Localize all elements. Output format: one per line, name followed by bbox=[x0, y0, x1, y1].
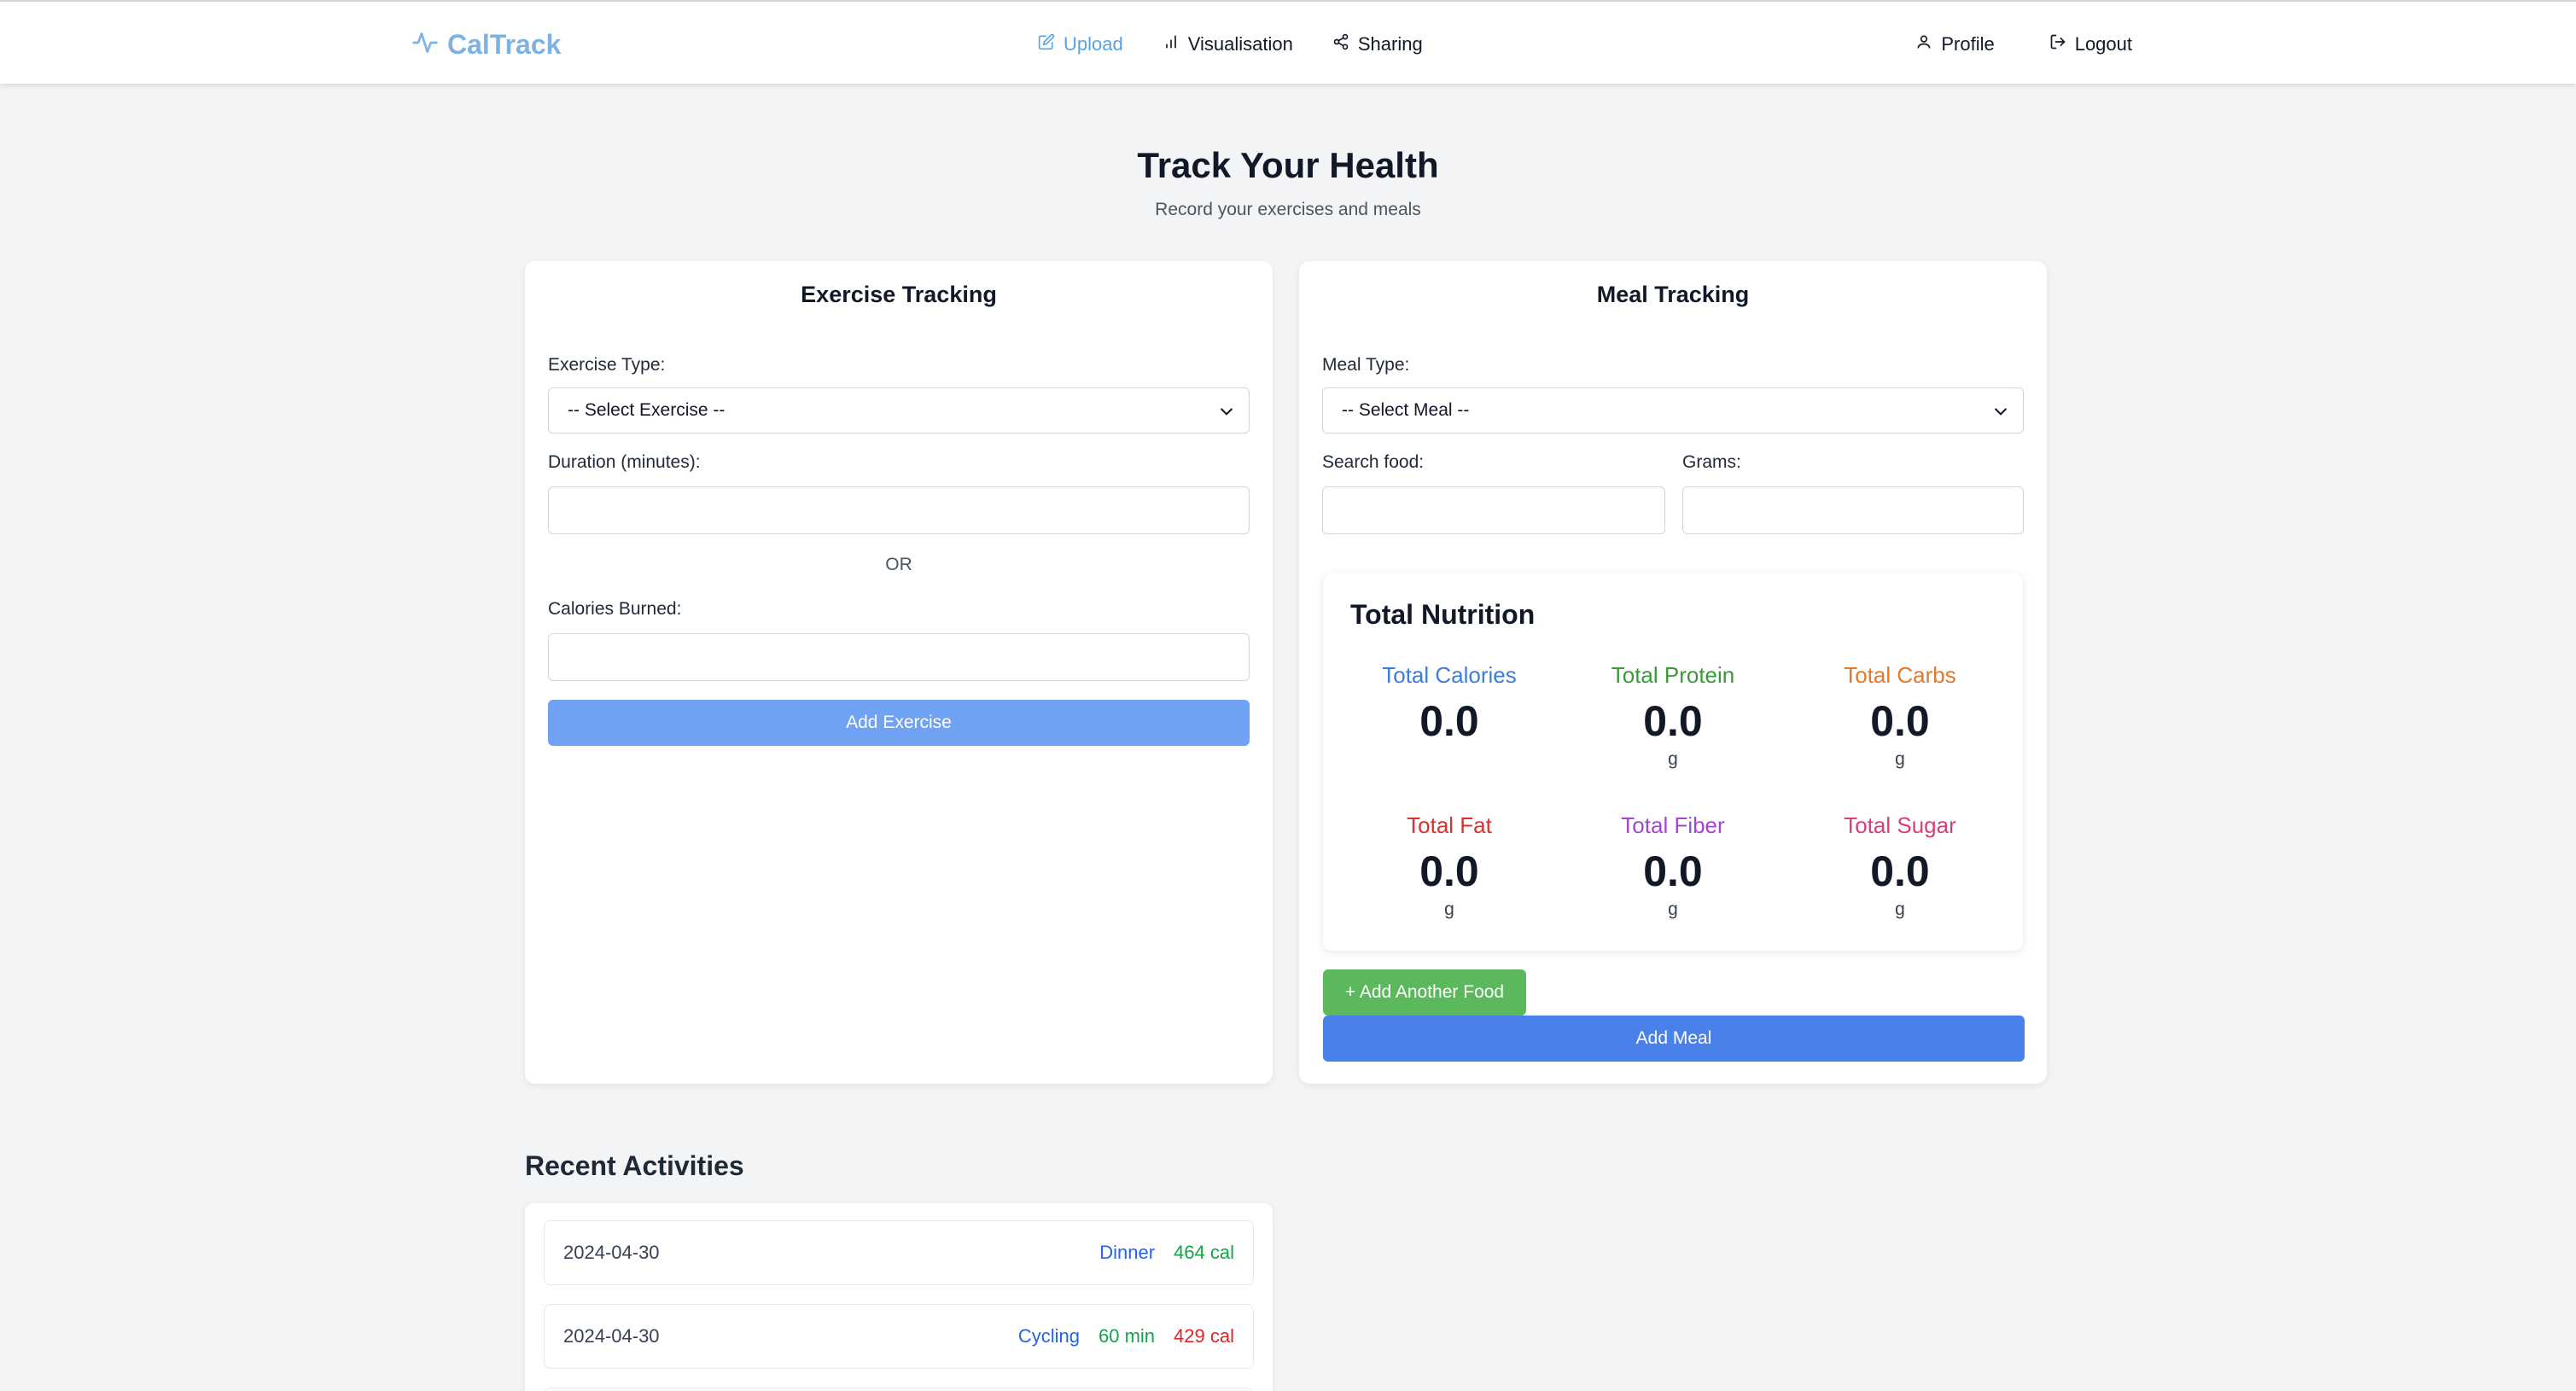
bar-chart-icon bbox=[1163, 33, 1180, 55]
nutrition-fiber: Total Fiber 0.0 g bbox=[1562, 812, 1784, 920]
exercise-card-title: Exercise Tracking bbox=[801, 282, 997, 307]
grams-input[interactable] bbox=[1682, 486, 2024, 534]
share-icon bbox=[1332, 33, 1349, 55]
profile-link[interactable]: Profile bbox=[1915, 33, 1995, 55]
nutrition-value: 0.0 bbox=[1419, 697, 1479, 745]
activity-name: Cycling bbox=[1017, 1325, 1080, 1347]
nutrition-unit: g bbox=[1895, 899, 1905, 919]
nutrition-value: 0.0 bbox=[1870, 697, 1930, 745]
total-nutrition-panel: Total Nutrition Total Calories 0.0 Total… bbox=[1323, 573, 2023, 951]
exercise-type-label: Exercise Type: bbox=[548, 355, 666, 375]
nutrition-value: 0.0 bbox=[1870, 847, 1930, 895]
main-nav: Upload Visualisation Sharing bbox=[1038, 29, 1423, 60]
user-nav: Profile Logout bbox=[1915, 29, 2132, 60]
nutrition-name: Total Fiber bbox=[1621, 812, 1725, 838]
logo[interactable]: CalTrack bbox=[411, 29, 561, 60]
nutrition-unit: g bbox=[1668, 899, 1678, 919]
chevron-down-icon bbox=[1992, 403, 2009, 425]
activity-duration: 60 min bbox=[1099, 1325, 1156, 1347]
meal-type-label: Meal Type: bbox=[1322, 355, 1410, 375]
duration-input[interactable] bbox=[548, 486, 1250, 534]
list-item[interactable] bbox=[544, 1388, 1254, 1391]
nutrition-unit: g bbox=[1668, 748, 1678, 769]
calories-burned-label: Calories Burned: bbox=[548, 599, 682, 619]
add-exercise-button[interactable]: Add Exercise bbox=[548, 700, 1250, 746]
logo-text: CalTrack bbox=[447, 28, 562, 60]
activity-date: 2024-04-30 bbox=[563, 1242, 660, 1263]
grams-label: Grams: bbox=[1682, 452, 1741, 472]
list-item[interactable]: 2024-04-30 Dinner 464 cal bbox=[544, 1220, 1254, 1285]
logout-link[interactable]: Logout bbox=[2049, 33, 2132, 55]
exercise-card: Exercise Tracking Exercise Type: -- Sele… bbox=[525, 261, 1273, 1084]
nav-upload[interactable]: Upload bbox=[1038, 33, 1123, 55]
add-meal-button[interactable]: Add Meal bbox=[1323, 1016, 2025, 1062]
nav-upload-label: Upload bbox=[1064, 33, 1123, 55]
nutrition-value: 0.0 bbox=[1643, 697, 1703, 745]
nutrition-name: Total Carbs bbox=[1844, 662, 1956, 688]
add-another-food-button[interactable]: + Add Another Food bbox=[1323, 969, 1526, 1016]
logout-label: Logout bbox=[2074, 33, 2132, 55]
page-title: Track Your Health bbox=[1137, 145, 1439, 185]
nutrition-sugar: Total Sugar 0.0 g bbox=[1789, 812, 2011, 920]
search-food-input[interactable] bbox=[1322, 486, 1665, 534]
search-food-label: Search food: bbox=[1322, 452, 1425, 472]
nav-sharing[interactable]: Sharing bbox=[1332, 33, 1423, 55]
nutrition-name: Total Protein bbox=[1611, 662, 1735, 688]
calories-burned-input[interactable] bbox=[548, 633, 1250, 681]
user-icon bbox=[1915, 33, 1932, 55]
nutrition-protein: Total Protein 0.0 g bbox=[1562, 662, 1784, 770]
nutrition-fat: Total Fat 0.0 g bbox=[1338, 812, 1560, 920]
exercise-type-value: -- Select Exercise -- bbox=[568, 400, 726, 420]
nutrition-value: 0.0 bbox=[1643, 847, 1703, 895]
activity-tags: Cycling 60 min 429 cal bbox=[1018, 1325, 1234, 1347]
chevron-down-icon bbox=[1218, 403, 1235, 425]
nutrition-name: Total Sugar bbox=[1844, 812, 1956, 838]
nutrition-unit: g bbox=[1895, 748, 1905, 769]
nutrition-name: Total Calories bbox=[1382, 662, 1517, 688]
meal-type-select[interactable]: -- Select Meal -- bbox=[1322, 387, 2024, 434]
list-item[interactable]: 2024-04-30 Cycling 60 min 429 cal bbox=[544, 1304, 1254, 1369]
profile-label: Profile bbox=[1941, 33, 1995, 55]
pulse-icon bbox=[411, 29, 439, 61]
duration-label: Duration (minutes): bbox=[548, 452, 701, 472]
nutrition-carbs: Total Carbs 0.0 g bbox=[1789, 662, 2011, 770]
nav-visualisation-label: Visualisation bbox=[1187, 33, 1293, 55]
nutrition-value: 0.0 bbox=[1419, 847, 1479, 895]
recent-activities-list: 2024-04-30 Dinner 464 cal 2024-04-30 Cyc… bbox=[525, 1203, 1273, 1391]
recent-activities-title: Recent Activities bbox=[525, 1150, 744, 1181]
nav-visualisation[interactable]: Visualisation bbox=[1163, 33, 1293, 55]
meal-card-title: Meal Tracking bbox=[1596, 282, 1750, 307]
activity-tags: Dinner 464 cal bbox=[1099, 1242, 1234, 1264]
logout-icon bbox=[2049, 33, 2066, 55]
activity-calories: 429 cal bbox=[1174, 1325, 1234, 1347]
nutrition-calories: Total Calories 0.0 bbox=[1338, 662, 1560, 744]
nutrition-unit: g bbox=[1444, 899, 1454, 919]
activity-calories: 464 cal bbox=[1174, 1242, 1234, 1263]
navbar: CalTrack Upload Visualisation Sharing Pr… bbox=[0, 0, 2576, 84]
or-divider: OR bbox=[885, 555, 912, 574]
nav-sharing-label: Sharing bbox=[1357, 33, 1423, 55]
meal-type-value: -- Select Meal -- bbox=[1342, 400, 1470, 420]
exercise-type-select[interactable]: -- Select Exercise -- bbox=[548, 387, 1250, 434]
page-subtitle: Record your exercises and meals bbox=[1155, 200, 1421, 219]
nutrition-name: Total Fat bbox=[1407, 812, 1492, 838]
activity-date: 2024-04-30 bbox=[563, 1325, 660, 1347]
activity-name: Dinner bbox=[1099, 1242, 1156, 1263]
edit-icon bbox=[1038, 33, 1055, 55]
total-nutrition-title: Total Nutrition bbox=[1350, 599, 1536, 630]
